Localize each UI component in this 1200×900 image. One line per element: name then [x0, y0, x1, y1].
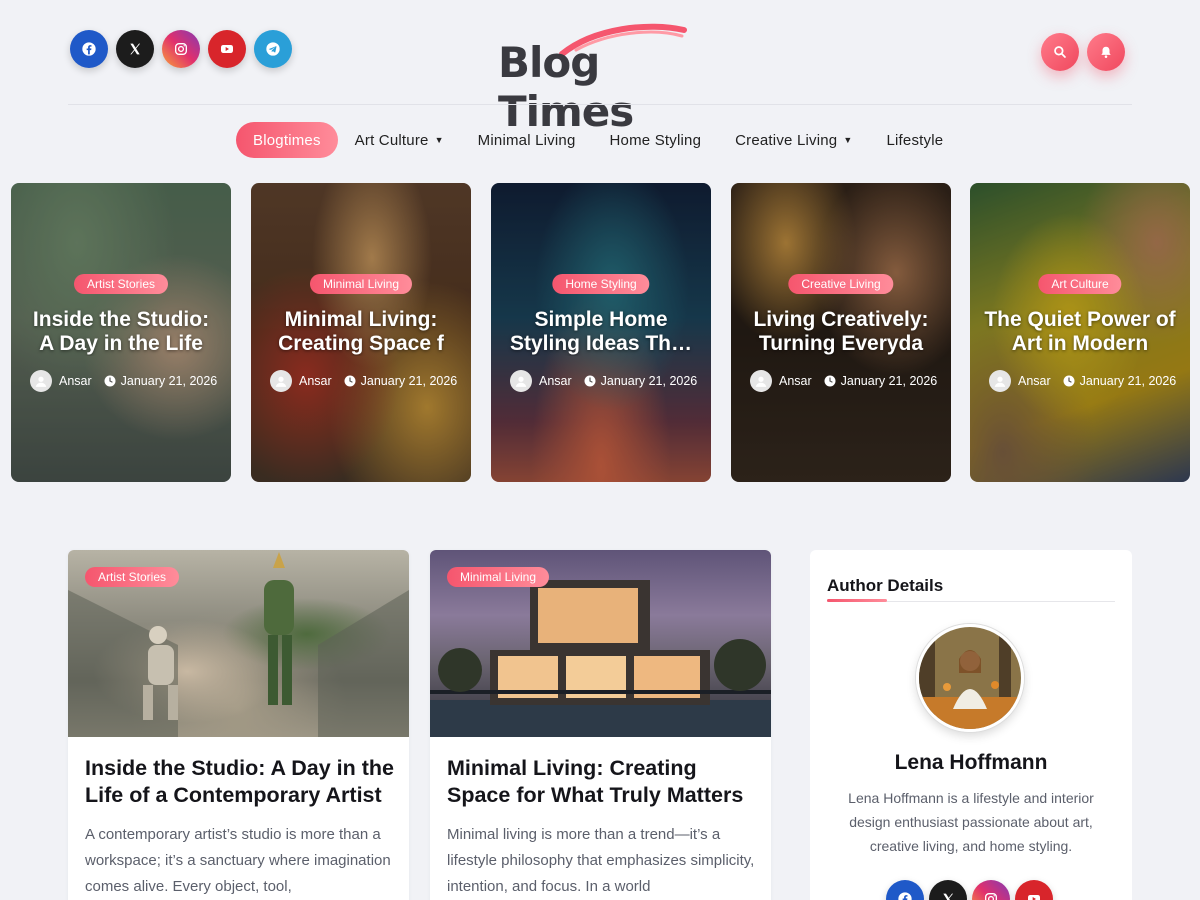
slide-card[interactable]: Artist Stories Inside the Studio: A Day …	[11, 183, 231, 482]
bell-icon	[1101, 46, 1111, 58]
instagram-icon[interactable]	[972, 880, 1010, 900]
search-icon	[1054, 46, 1066, 58]
slide-card[interactable]: Art Culture The Quiet Power of Art in Mo…	[970, 183, 1190, 482]
post-excerpt: A contemporary artist’s studio is more t…	[85, 826, 391, 895]
facebook-icon[interactable]	[886, 880, 924, 900]
post-author[interactable]: Ansar	[779, 374, 812, 388]
youtube-icon[interactable]	[208, 30, 246, 68]
user-icon	[994, 376, 1006, 387]
facebook-icon[interactable]	[70, 30, 108, 68]
nav-label: Creative Living	[735, 131, 838, 149]
user-icon	[35, 376, 47, 387]
slide-card[interactable]: Minimal Living Minimal Living: Creating …	[251, 183, 471, 482]
site-logo[interactable]: Blog Times	[490, 20, 720, 136]
avatar	[989, 370, 1011, 392]
header-actions	[1041, 33, 1125, 71]
category-badge[interactable]: Artist Stories	[85, 567, 180, 587]
post-author[interactable]: Ansar	[299, 374, 332, 388]
clock-icon	[824, 375, 836, 387]
user-icon	[515, 376, 527, 387]
clock-icon	[1063, 375, 1075, 387]
user-icon	[755, 376, 767, 387]
post-author[interactable]: Ansar	[539, 374, 572, 388]
slide-title[interactable]: Living Creatively: Turning Everyda	[743, 308, 939, 356]
post-meta: Ansar January 21, 2026	[989, 370, 1176, 392]
category-badge[interactable]: Minimal Living	[447, 567, 550, 587]
post-title[interactable]: Inside the Studio: A Day in the Life of …	[85, 755, 397, 809]
slide-card[interactable]: Creative Living Living Creatively: Turni…	[731, 183, 951, 482]
post-author[interactable]: Ansar	[1018, 374, 1051, 388]
category-badge[interactable]: Artist Stories	[73, 274, 169, 294]
post-meta: Ansar January 21, 2026	[30, 370, 217, 392]
post-card[interactable]: Artist Stories Inside the Studio: A Day …	[68, 550, 409, 900]
main-nav: Blogtimes Art Culture ▼ Minimal Living Ho…	[236, 122, 960, 158]
author-details-widget: Author Details Lena Hoffmann Lena Hoffma…	[810, 550, 1132, 900]
nav-label: Lifestyle	[886, 131, 944, 149]
author-bio: Lena Hoffmann is a lifestyle and interio…	[848, 790, 1094, 854]
caret-down-icon: ▼	[843, 135, 853, 145]
post-date: January 21, 2026	[840, 374, 938, 388]
category-badge[interactable]: Home Styling	[552, 274, 650, 294]
nav-item-blogtimes[interactable]: Blogtimes	[236, 122, 338, 158]
widget-title-accent	[827, 599, 887, 602]
author-social-links	[886, 880, 1053, 900]
post-meta: Ansar January 21, 2026	[270, 370, 457, 392]
nav-item-creative-living[interactable]: Creative Living ▼	[718, 122, 869, 158]
slide-title[interactable]: Simple Home Styling Ideas Th…	[503, 308, 699, 356]
slide-title[interactable]: The Quiet Power of Art in Modern	[982, 308, 1178, 356]
avatar	[270, 370, 292, 392]
x-icon[interactable]	[929, 880, 967, 900]
slide-card[interactable]: Home Styling Simple Home Styling Ideas T…	[491, 183, 711, 482]
post-date: January 21, 2026	[1079, 374, 1177, 388]
slide-title[interactable]: Inside the Studio: A Day in the Life	[23, 308, 219, 356]
nav-label: Home Styling	[609, 131, 702, 149]
youtube-icon[interactable]	[1015, 880, 1053, 900]
post-meta: Ansar January 21, 2026	[750, 370, 937, 392]
post-excerpt: Minimal living is more than a trend—it’s…	[447, 826, 755, 895]
telegram-icon[interactable]	[254, 30, 292, 68]
post-author[interactable]: Ansar	[59, 374, 92, 388]
search-button[interactable]	[1041, 33, 1079, 71]
author-avatar[interactable]	[916, 624, 1024, 732]
nav-label: Blogtimes	[253, 131, 321, 149]
post-title[interactable]: Minimal Living: Creating Space for What …	[447, 755, 759, 809]
author-name[interactable]: Lena Hoffmann	[810, 751, 1132, 775]
category-badge[interactable]: Minimal Living	[309, 274, 413, 294]
featured-slider: Artist Stories Inside the Studio: A Day …	[11, 183, 1191, 483]
nav-item-art-culture[interactable]: Art Culture ▼	[338, 122, 461, 158]
widget-title: Author Details	[827, 576, 944, 595]
notification-button[interactable]	[1087, 33, 1125, 71]
post-date: January 21, 2026	[600, 374, 698, 388]
nav-label: Minimal Living	[477, 131, 576, 149]
avatar	[30, 370, 52, 392]
category-badge[interactable]: Art Culture	[1038, 274, 1122, 294]
caret-down-icon: ▼	[434, 135, 444, 145]
header-social-links	[70, 30, 292, 68]
post-card[interactable]: Minimal Living Minimal Living: Creating …	[430, 550, 771, 900]
author-photo	[919, 627, 1021, 729]
clock-icon	[584, 375, 596, 387]
nav-item-minimal-living[interactable]: Minimal Living	[461, 122, 593, 158]
x-icon[interactable]	[116, 30, 154, 68]
user-icon	[275, 376, 287, 387]
header-divider	[68, 104, 1132, 105]
nav-item-lifestyle[interactable]: Lifestyle	[869, 122, 960, 158]
nav-label: Art Culture	[354, 131, 429, 149]
post-date: January 21, 2026	[360, 374, 458, 388]
category-badge[interactable]: Creative Living	[788, 274, 894, 294]
instagram-icon[interactable]	[162, 30, 200, 68]
clock-icon	[344, 375, 356, 387]
avatar	[510, 370, 532, 392]
nav-item-home-styling[interactable]: Home Styling	[593, 122, 719, 158]
avatar	[750, 370, 772, 392]
clock-icon	[104, 375, 116, 387]
site-header: Blog Times	[0, 0, 1200, 136]
post-date: January 21, 2026	[120, 374, 218, 388]
slide-title[interactable]: Minimal Living: Creating Space f	[263, 308, 459, 356]
post-meta: Ansar January 21, 2026	[510, 370, 697, 392]
